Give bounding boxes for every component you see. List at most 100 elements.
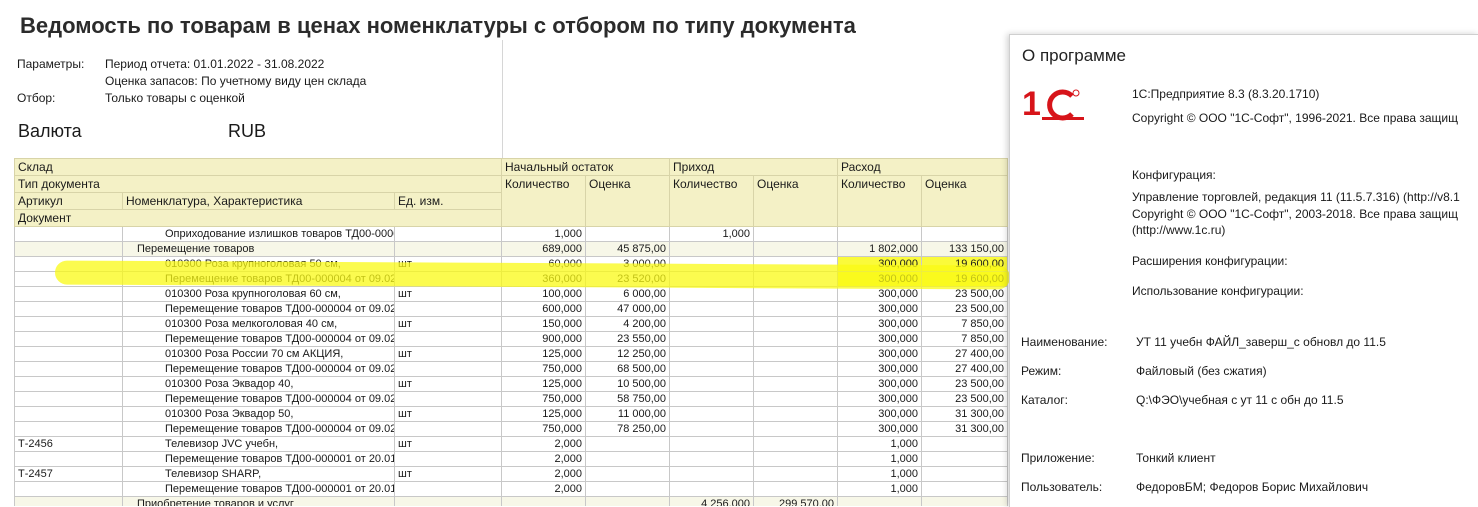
cell-v1[interactable]: 600,000 (501, 301, 587, 317)
cell-v5[interactable]: 300,000 (837, 256, 923, 272)
cell-v6[interactable]: 31 300,00 (921, 421, 1009, 437)
cell-c0[interactable] (14, 241, 123, 257)
cell-v1[interactable]: 750,000 (501, 361, 587, 377)
table-row[interactable]: 010300 Роза мелкоголовая 40 см, шт 150,000… (14, 316, 1009, 332)
cell-v4[interactable] (753, 241, 839, 257)
header-expense-qty[interactable]: Количество (837, 175, 923, 227)
header-document[interactable]: Документ (13, 209, 503, 227)
header-start[interactable]: Начальный остаток (501, 158, 671, 176)
cell-v2[interactable]: 3 000,00 (585, 256, 671, 272)
table-row[interactable]: Перемещение товаров ТД00-000004 от 09.02… (14, 361, 1009, 377)
cell-c0[interactable] (14, 376, 123, 392)
cell-v6[interactable] (921, 496, 1009, 506)
cell-v5[interactable] (837, 496, 923, 506)
cell-c0[interactable] (14, 421, 123, 437)
cell-v3[interactable] (669, 331, 755, 347)
cell-c1[interactable]: Перемещение товаров ТД00-000001 от 20.01… (122, 451, 395, 467)
header-start-value[interactable]: Оценка (585, 175, 671, 227)
cell-v5[interactable]: 300,000 (837, 406, 923, 422)
cell-v5[interactable]: 300,000 (837, 286, 923, 302)
cell-v4[interactable] (753, 256, 839, 272)
cell-v1[interactable]: 2,000 (501, 451, 587, 467)
cell-v4[interactable] (753, 406, 839, 422)
cell-c1[interactable]: Перемещение товаров ТД00-000004 от 09.02… (122, 301, 395, 317)
cell-v2[interactable]: 4 200,00 (585, 316, 671, 332)
cell-v5[interactable]: 300,000 (837, 421, 923, 437)
table-row[interactable]: Т-2456 Телевизор JVC учебн, шт 2,000 1,000 (14, 436, 1009, 452)
cell-v2[interactable]: 12 250,00 (585, 346, 671, 362)
table-row[interactable]: Перемещение товаров ТД00-000004 от 09.02… (14, 271, 1009, 287)
cell-v5[interactable]: 1 802,000 (837, 241, 923, 257)
cell-v5[interactable]: 300,000 (837, 316, 923, 332)
header-expense-value[interactable]: Оценка (921, 175, 1009, 227)
cell-c2[interactable] (393, 226, 503, 242)
cell-c2[interactable] (393, 451, 503, 467)
cell-c1[interactable]: 010300 Роза мелкоголовая 40 см, (122, 316, 395, 332)
cell-v2[interactable]: 23 520,00 (585, 271, 671, 287)
cell-v5[interactable]: 1,000 (837, 481, 923, 497)
cell-v5[interactable]: 300,000 (837, 361, 923, 377)
cell-c2[interactable] (393, 481, 503, 497)
cell-c1[interactable]: Оприходование излишков товаров ТД00-0000… (122, 226, 395, 242)
cell-v4[interactable] (753, 331, 839, 347)
table-row[interactable]: Т-2457 Телевизор SHARP, шт 2,000 1,000 (14, 466, 1009, 482)
cell-v1[interactable]: 900,000 (501, 331, 587, 347)
cell-c2[interactable]: шт (393, 466, 503, 482)
cell-v1[interactable]: 750,000 (501, 421, 587, 437)
cell-c0[interactable] (14, 406, 123, 422)
cell-v3[interactable] (669, 286, 755, 302)
cell-v1[interactable]: 689,000 (501, 241, 587, 257)
cell-c0[interactable] (14, 226, 123, 242)
cell-v1[interactable]: 100,000 (501, 286, 587, 302)
cell-c1[interactable]: Телевизор SHARP, (122, 466, 395, 482)
cell-v3[interactable]: 1,000 (669, 226, 755, 242)
cell-c0[interactable]: Т-2456 (14, 436, 123, 452)
cell-v5[interactable]: 1,000 (837, 451, 923, 467)
cell-v6[interactable]: 23 500,00 (921, 391, 1009, 407)
cell-v2[interactable] (585, 451, 671, 467)
table-row[interactable]: Перемещение товаров ТД00-000001 от 20.01… (14, 481, 1009, 497)
cell-v6[interactable] (921, 226, 1009, 242)
cell-c1[interactable]: Перемещение товаров ТД00-000004 от 09.02… (122, 361, 395, 377)
cell-v2[interactable] (585, 481, 671, 497)
cell-v4[interactable]: 299 570,00 (753, 496, 839, 506)
cell-v4[interactable] (753, 316, 839, 332)
cell-v4[interactable] (753, 361, 839, 377)
cell-v2[interactable]: 58 750,00 (585, 391, 671, 407)
cell-v1[interactable]: 150,000 (501, 316, 587, 332)
cell-v4[interactable] (753, 451, 839, 467)
cell-v5[interactable]: 300,000 (837, 301, 923, 317)
table-row[interactable]: Оприходование излишков товаров ТД00-0000… (14, 226, 1009, 242)
cell-v3[interactable] (669, 391, 755, 407)
header-income[interactable]: Приход (669, 158, 839, 176)
cell-v2[interactable] (585, 496, 671, 506)
cell-v6[interactable]: 133 150,00 (921, 241, 1009, 257)
cell-c2[interactable] (393, 241, 503, 257)
header-expense[interactable]: Расход (837, 158, 1009, 176)
table-row[interactable]: Перемещение товаров ТД00-000004 от 09.02… (14, 331, 1009, 347)
table-row[interactable]: Перемещение товаров 689,000 45 875,00 1 802… (14, 241, 1009, 257)
table-row[interactable]: 010300 Роза Эквадор 50, шт 125,000 11 000,0… (14, 406, 1009, 422)
cell-c1[interactable]: Перемещение товаров ТД00-000004 от 09.02… (122, 271, 395, 287)
cell-c0[interactable] (14, 331, 123, 347)
cell-c1[interactable]: Перемещение товаров ТД00-000001 от 20.01… (122, 481, 395, 497)
cell-v2[interactable]: 45 875,00 (585, 241, 671, 257)
cell-c2[interactable]: шт (393, 316, 503, 332)
cell-v3[interactable] (669, 301, 755, 317)
cell-v4[interactable] (753, 226, 839, 242)
cell-v5[interactable]: 300,000 (837, 271, 923, 287)
header-start-qty[interactable]: Количество (501, 175, 587, 227)
table-row[interactable]: 010300 Роза крупноголовая 60 см, шт 100,00… (14, 286, 1009, 302)
cell-v3[interactable] (669, 271, 755, 287)
cell-c0[interactable] (14, 481, 123, 497)
cell-v6[interactable] (921, 466, 1009, 482)
cell-c1[interactable]: Перемещение товаров ТД00-000004 от 09.02… (122, 391, 395, 407)
cell-v4[interactable] (753, 271, 839, 287)
cell-v2[interactable]: 11 000,00 (585, 406, 671, 422)
cell-v6[interactable] (921, 481, 1009, 497)
cell-c0[interactable] (14, 346, 123, 362)
cell-c2[interactable]: шт (393, 436, 503, 452)
cell-v2[interactable] (585, 436, 671, 452)
cell-v4[interactable] (753, 286, 839, 302)
header-income-qty[interactable]: Количество (669, 175, 755, 227)
